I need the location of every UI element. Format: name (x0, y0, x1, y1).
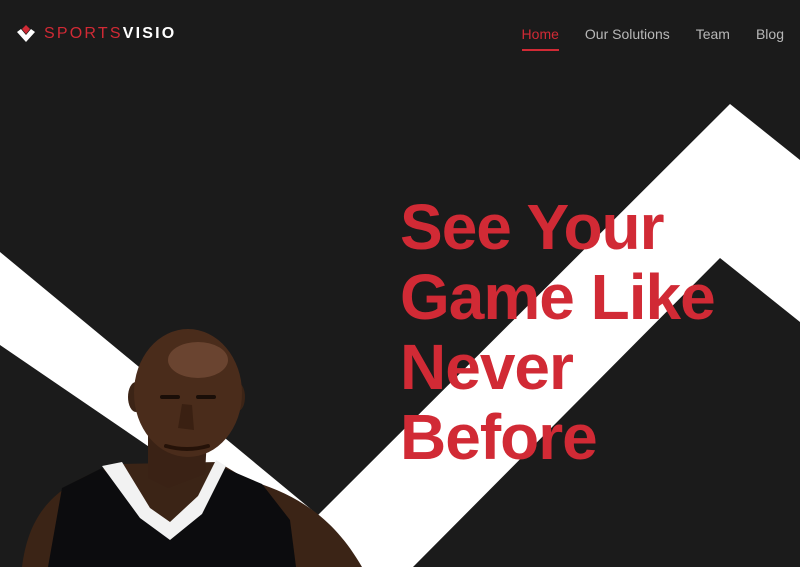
nav-blog[interactable]: Blog (756, 25, 784, 43)
hero-headline: See Your Game Like Never Before (400, 192, 790, 472)
headline-line-3: Never (400, 331, 574, 403)
logo-text-visio: VISIO (122, 25, 177, 42)
headline-line-1: See Your (400, 191, 665, 263)
navbar: SPORTSVISIO Home Our Solutions Team Blog (0, 0, 800, 70)
landing-page: SPORTSVISIO Home Our Solutions Team Blog… (0, 0, 800, 567)
logo-wordmark: SPORTSVISIO (44, 24, 176, 44)
headline-line-4: Before (400, 401, 598, 473)
sportsvisio-logo[interactable]: SPORTSVISIO (16, 24, 176, 44)
nav-home[interactable]: Home (521, 25, 560, 51)
main-nav: Home Our Solutions Team Blog (521, 25, 784, 51)
sportsvisio-logo-icon (17, 25, 35, 42)
nav-our-solutions[interactable]: Our Solutions (585, 25, 670, 43)
nav-team[interactable]: Team (696, 25, 730, 43)
headline-line-2: Game Like (400, 261, 716, 333)
basketball-player-photo (22, 329, 362, 567)
logo-text-sports: SPORTS (44, 25, 123, 42)
